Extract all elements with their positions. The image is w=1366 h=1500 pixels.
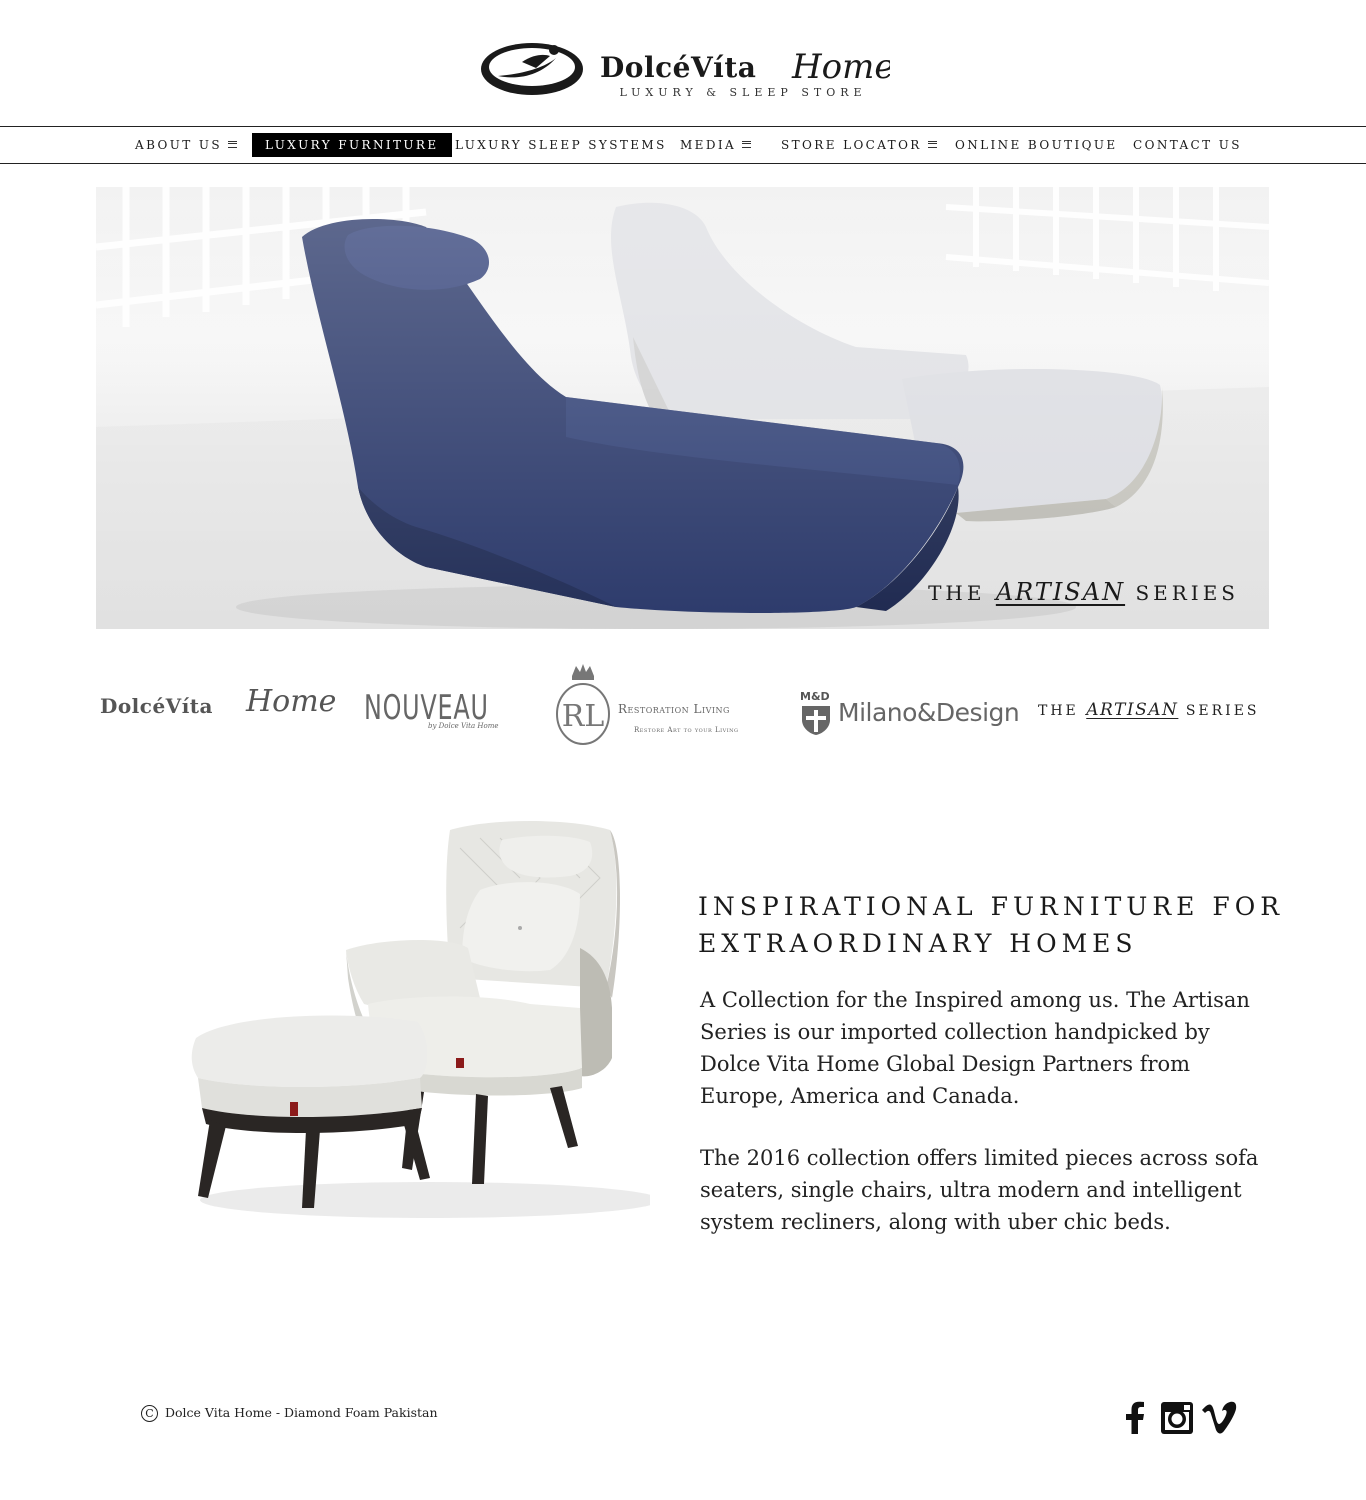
- hero-caption: THE ARTISAN SERIES: [928, 578, 1239, 606]
- nav-item-contact-us[interactable]: CONTACT US: [1133, 133, 1242, 157]
- brand-rl-sub: Restore Art to your Living: [634, 726, 739, 734]
- footer-copyright: C Dolce Vita Home - Diamond Foam Pakistan: [141, 1405, 438, 1422]
- intro-paragraph: A Collection for the Inspired among us. …: [700, 988, 1250, 1108]
- brand-rl-name: Restoration Living: [618, 702, 730, 716]
- nav-item-media[interactable]: MEDIA: [680, 133, 752, 157]
- logo-emblem-icon: [481, 43, 583, 95]
- copyright-icon: C: [141, 1405, 158, 1422]
- menu-icon: [927, 141, 937, 148]
- nav-item-about-us[interactable]: ABOUT US: [135, 133, 238, 157]
- section-headline: INSPIRATIONAL FURNITURE FOR EXTRAORDINAR…: [698, 892, 1285, 958]
- brand-logo-dolce-vita-home[interactable]: DolcéVíta Home: [100, 684, 336, 728]
- brand-dvh-wordmark: DolcéVíta: [100, 694, 213, 718]
- collection-paragraph: The 2016 collection offers limited piece…: [700, 1146, 1259, 1234]
- copyright-text: Dolce Vita Home - Diamond Foam Pakistan: [165, 1405, 438, 1420]
- nav-label-luxury-sleep-systems: LUXURY SLEEP SYSTEMS: [455, 138, 667, 152]
- brand-md-name: Milano&Design: [838, 698, 1020, 727]
- nav-item-store-locator[interactable]: STORE LOCATOR: [781, 133, 937, 157]
- menu-icon: [742, 141, 752, 148]
- nav-item-luxury-sleep-systems[interactable]: LUXURY SLEEP SYSTEMS: [455, 133, 667, 157]
- nav-label-contact-us: CONTACT US: [1133, 138, 1242, 152]
- brand-artisan-pre: THE: [1038, 703, 1079, 719]
- hero-caption-em: ARTISAN: [995, 578, 1126, 606]
- brand-rl-monogram: RL: [562, 699, 605, 734]
- nav-label-luxury-furniture: LUXURY FURNITURE: [265, 138, 439, 152]
- brand-logo-milano-design[interactable]: M&D Milano&Design: [800, 690, 1020, 736]
- nav-item-online-boutique[interactable]: ONLINE BOUTIQUE: [955, 133, 1118, 157]
- nav-label-media: MEDIA: [680, 138, 737, 152]
- armchair-ottoman-image: [191, 821, 650, 1218]
- brand-dvh-script: Home: [246, 684, 337, 719]
- shield-cross-icon: [802, 706, 830, 735]
- facebook-icon[interactable]: [1116, 1400, 1154, 1436]
- main-navigation: ABOUT US LUXURY FURNITURE LUXURY SLEEP S…: [0, 126, 1366, 164]
- crown-emblem-icon: RL: [556, 664, 610, 745]
- logo-tagline: LUXURY & SLEEP STORE: [619, 86, 867, 99]
- nav-item-luxury-furniture[interactable]: LUXURY FURNITURE: [252, 133, 452, 157]
- hero-banner[interactable]: THE ARTISAN SERIES: [96, 187, 1269, 629]
- brand-logo-nouveau[interactable]: NOUVEAU by Dolce Vita Home: [364, 688, 508, 734]
- hero-caption-post: SERIES: [1135, 581, 1239, 605]
- menu-icon: [228, 141, 238, 148]
- brand-logo-restoration-living[interactable]: RL Restoration Living Restore Art to you…: [552, 662, 762, 748]
- logo-script: Home: [791, 47, 890, 87]
- logo-wordmark: DolcéVíta: [600, 51, 756, 84]
- nav-label-online-boutique: ONLINE BOUTIQUE: [955, 138, 1118, 152]
- vimeo-icon[interactable]: [1200, 1400, 1238, 1436]
- nav-label-about-us: ABOUT US: [135, 138, 223, 152]
- brand-logo-artisan-series[interactable]: THE ARTISAN SERIES: [1038, 700, 1270, 730]
- brand-nouveau-sub: by Dolce Vita Home: [428, 722, 499, 730]
- brand-md-mark: M&D: [800, 690, 830, 703]
- instagram-icon[interactable]: [1158, 1400, 1196, 1436]
- brand-artisan-post: SERIES: [1185, 703, 1260, 719]
- hero-caption-pre: THE: [928, 581, 986, 605]
- brand-artisan-em: ARTISAN: [1086, 700, 1179, 720]
- hero-image: [96, 187, 1269, 629]
- nav-label-store-locator: STORE LOCATOR: [781, 138, 922, 152]
